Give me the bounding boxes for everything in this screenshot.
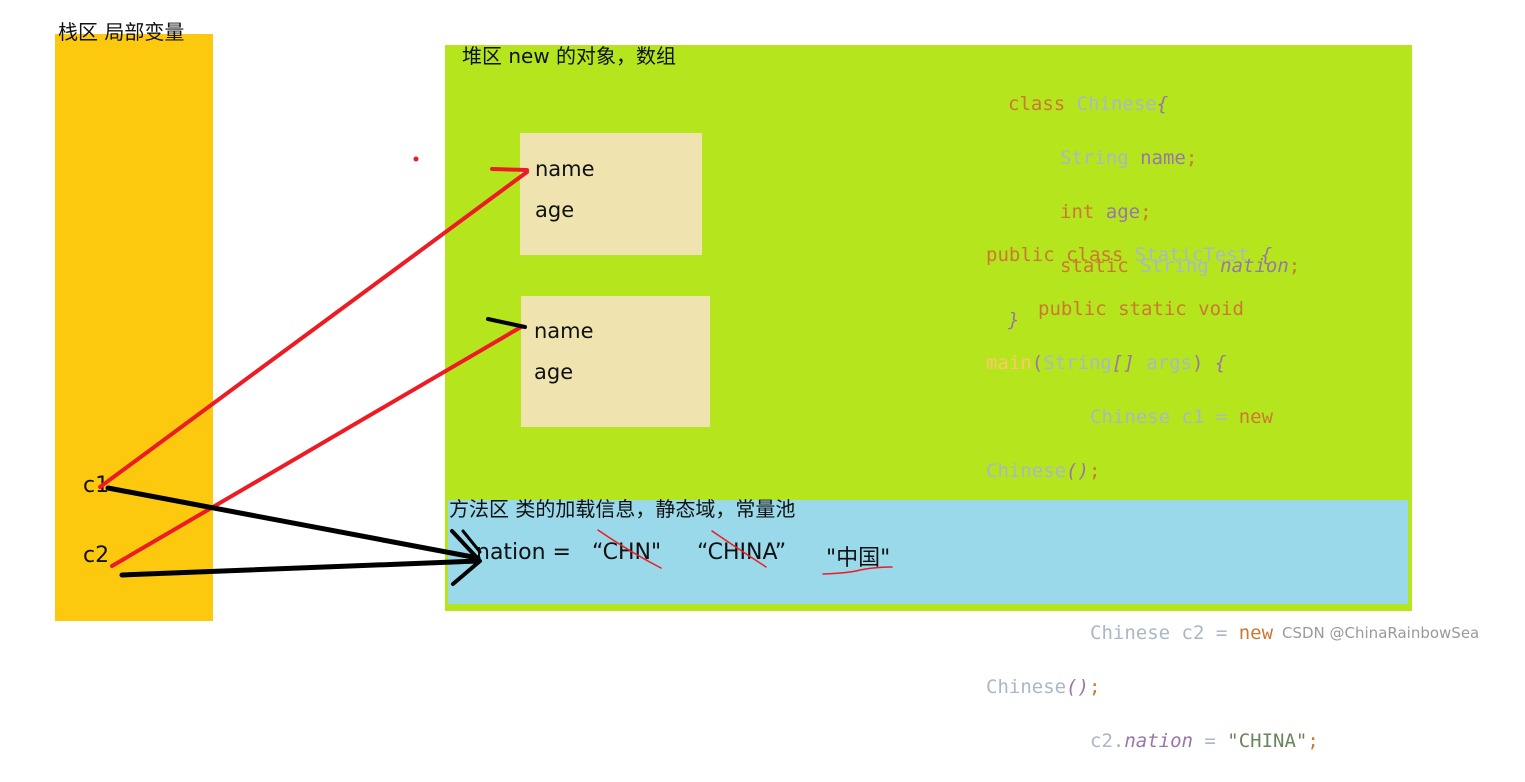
- constant-pool-value-chn: “CHN": [592, 540, 662, 565]
- code-line: Chinese c2 = new: [1090, 622, 1274, 644]
- code-line: class Chinese{: [1008, 93, 1169, 115]
- object1-field-age: age: [535, 198, 575, 222]
- object2-field-name: name: [534, 319, 594, 343]
- constant-pool-value-zhongguo: "中国": [826, 546, 891, 571]
- heap-area-title: 堆区 new 的对象，数组: [462, 44, 677, 68]
- stack-area-title: 栈区 局部变量: [58, 20, 185, 44]
- code-class-statictest: public class StaticTest { public static …: [986, 215, 1319, 782]
- static-field-nation-label: nation =: [476, 540, 571, 565]
- object2-field-age: age: [534, 360, 574, 384]
- stack-area: [55, 34, 213, 621]
- stack-variable-c1: c1: [83, 473, 110, 498]
- heap-object-c1: [520, 133, 702, 255]
- code-line: main(String[] args) {: [986, 352, 1227, 374]
- stack-variable-c2: c2: [83, 543, 110, 568]
- code-line: public class StaticTest {: [986, 244, 1273, 266]
- object1-field-name: name: [535, 157, 595, 181]
- code-line: Chinese();: [986, 676, 1101, 698]
- code-line: Chinese c1 = new: [1090, 406, 1274, 428]
- code-line: public static void: [1038, 298, 1244, 320]
- code-line: String name;: [1060, 147, 1198, 169]
- method-area-title: 方法区 类的加载信息，静态域，常量池: [449, 497, 796, 521]
- watermark: CSDN @ChinaRainbowSea: [1282, 624, 1480, 642]
- code-line: Chinese();: [986, 460, 1101, 482]
- stray-dot: [413, 156, 419, 162]
- constant-pool-value-china: “CHINA”: [697, 540, 787, 565]
- code-line: c2.nation = "CHINA";: [1090, 730, 1319, 752]
